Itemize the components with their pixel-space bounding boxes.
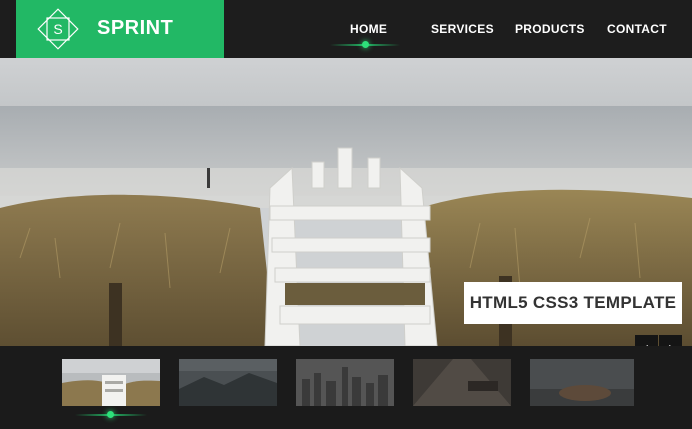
thumbnail-active-dot [107,411,114,418]
thumbnail-1[interactable] [62,359,160,406]
thumbnail-5[interactable] [530,359,634,406]
nav-active-dot [362,41,369,48]
hero-slider: HTML5 CSS3 TEMPLATE ‹ › [0,58,692,346]
nav-item-home[interactable]: HOME [350,22,387,36]
nav-item-contact[interactable]: CONTACT [607,22,667,36]
nav-item-products[interactable]: PRODUCTS [515,22,585,36]
thumbnail-3[interactable] [296,359,394,406]
thumbnail-2[interactable] [179,359,277,406]
thumbnail-4[interactable] [413,359,511,406]
thumbnail-strip [0,346,692,429]
nav-item-services[interactable]: SERVICES [431,22,494,36]
slide-caption: HTML5 CSS3 TEMPLATE [464,282,682,324]
site-header: S SPRINT HOME SERVICES PRODUCTS CONTACT [0,0,692,58]
main-nav: HOME SERVICES PRODUCTS CONTACT [0,0,692,58]
next-slide-button[interactable]: › [659,335,682,346]
prev-slide-button[interactable]: ‹ [635,335,658,346]
